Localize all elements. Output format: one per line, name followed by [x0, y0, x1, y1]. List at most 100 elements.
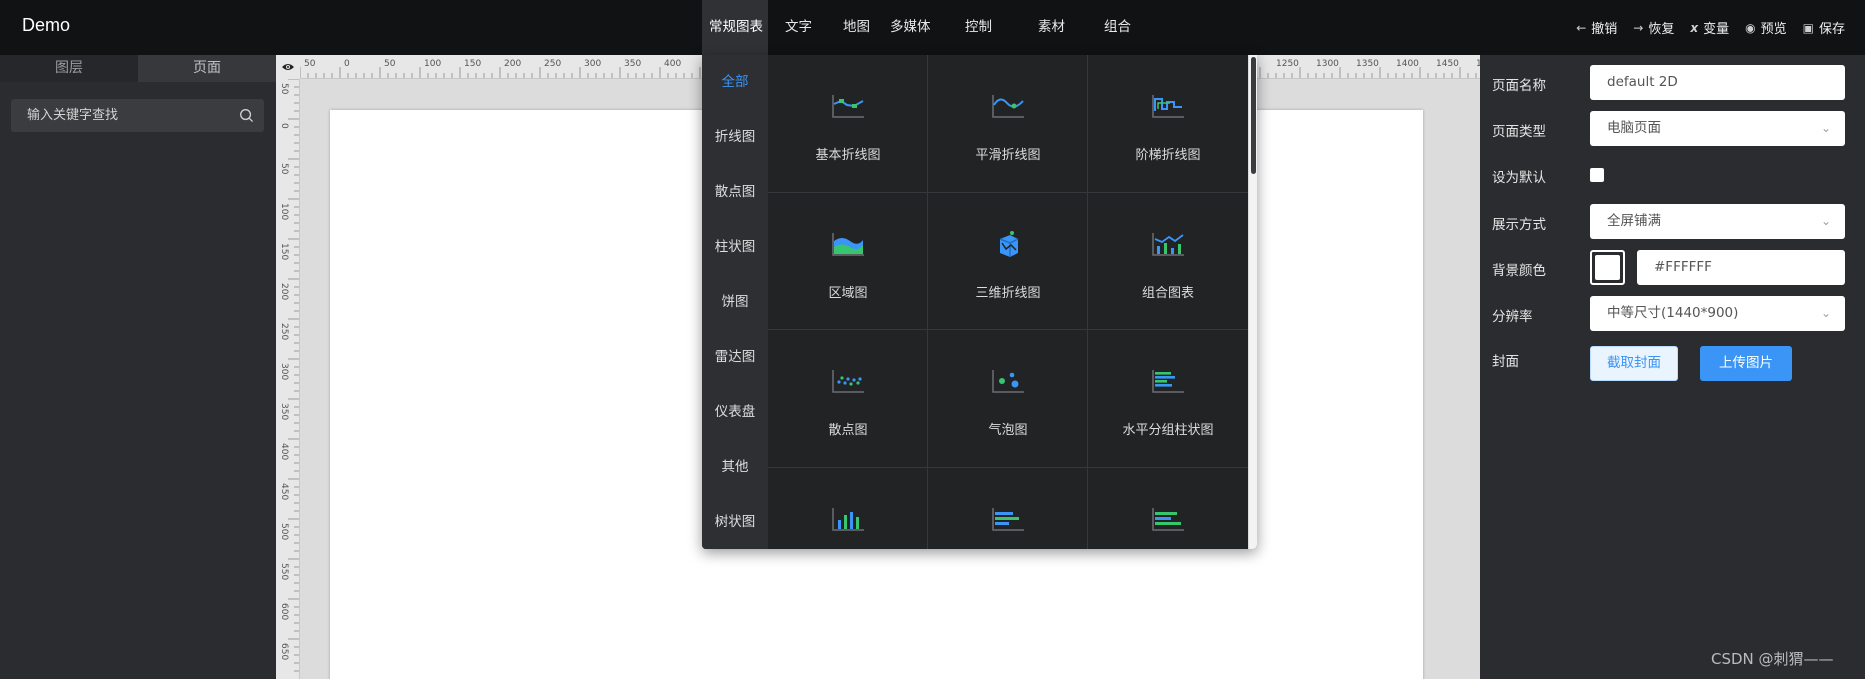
tab-pages[interactable]: 页面 [138, 55, 276, 82]
ruler-tick-label: 1250 [1276, 59, 1299, 69]
category-line[interactable]: 折线图 [702, 110, 768, 165]
resolution-select[interactable]: 中等尺寸(1440*900) ⌄ [1590, 296, 1845, 331]
dropdown-scrollbar[interactable] [1248, 55, 1257, 549]
chart-item-smooth-line[interactable]: 平滑折线图 [928, 55, 1088, 193]
nav-item-text[interactable]: 文字 [768, 0, 821, 55]
ruler-tick-label: 200 [279, 283, 289, 300]
category-all[interactable]: 全部 [702, 55, 768, 110]
smooth-line-chart-icon [992, 95, 1024, 118]
save-icon: ▣ [1802, 20, 1814, 35]
search-icon[interactable] [239, 108, 254, 123]
ruler-tick-label: 1350 [1356, 59, 1379, 69]
nav-item-multimedia[interactable]: 多媒体 [881, 0, 954, 55]
page-name-input[interactable]: default 2D [1590, 65, 1845, 100]
chart-item-label: 组合图表 [1141, 285, 1194, 301]
tab-layers[interactable]: 图层 [0, 55, 138, 82]
panel-tabs: 图层 页面 [0, 55, 276, 82]
set-default-checkbox[interactable] [1590, 168, 1604, 182]
scrollbar-thumb[interactable] [1251, 57, 1256, 174]
set-default-label: 设为默认 [1492, 170, 1546, 186]
properties-panel: 页面名称 default 2D 页面类型 电脑页面 ⌄ 设为默认 展示方式 全屏… [1480, 55, 1865, 679]
chart-item-label: 平滑折线图 [975, 148, 1041, 163]
chart-item-horizontal-bar[interactable] [928, 467, 1088, 549]
vertical-ruler: 5005010015020025030035040045050055060065… [276, 55, 300, 679]
ruler-tick-label: 350 [624, 59, 641, 69]
vertical-bar-chart-icon [832, 507, 864, 531]
eye-icon: ◉ [1745, 20, 1756, 35]
chart-item-step-line[interactable]: 阶梯折线图 [1088, 55, 1248, 193]
bg-color-swatch[interactable] [1590, 250, 1625, 285]
nav-item-control[interactable]: 控制 [954, 0, 1018, 55]
chart-item-area[interactable]: 区域图 [768, 192, 928, 330]
ruler-tick-label: 0 [344, 59, 350, 69]
basic-line-chart-icon [832, 95, 864, 118]
display-mode-label: 展示方式 [1492, 217, 1546, 233]
nav-item-map[interactable]: 地图 [821, 0, 881, 55]
redo-button[interactable]: → 恢复 [1633, 18, 1675, 38]
chevron-down-icon: ⌄ [1820, 306, 1831, 320]
chevron-down-icon: ⌄ [1820, 214, 1831, 228]
preview-button[interactable]: ◉ 预览 [1745, 18, 1787, 38]
chart-item-combo[interactable]: 组合图表 [1088, 193, 1248, 330]
search-input[interactable] [11, 99, 231, 132]
chart-item-label: 水平分组柱状图 [1122, 423, 1214, 438]
chart-item-bubble[interactable]: 气泡图 [928, 330, 1088, 468]
nav-item-common-charts[interactable]: 常规图表 [702, 0, 768, 55]
preview-label: 预览 [1760, 22, 1787, 37]
step-line-chart-icon [1152, 95, 1184, 118]
ruler-tick-label: 550 [279, 563, 289, 580]
upload-image-button[interactable]: 上传图片 [1700, 346, 1792, 381]
bubble-chart-icon [992, 370, 1024, 393]
page-type-select[interactable]: 电脑页面 ⌄ [1590, 111, 1845, 146]
ruler-tick-label: 100 [279, 203, 289, 220]
undo-button[interactable]: ← 撤销 [1576, 18, 1617, 38]
horizontal-bar-chart-icon [992, 507, 1024, 531]
ruler-tick-label: 50 [384, 59, 396, 69]
chart-item-scatter[interactable]: 散点图 [768, 330, 928, 468]
resolution-label: 分辨率 [1492, 309, 1533, 325]
bg-color-input[interactable]: #FFFFFF [1637, 250, 1845, 285]
redo-label: 恢复 [1648, 22, 1675, 37]
ruler-tick-label: 200 [504, 59, 521, 69]
category-bar[interactable]: 柱状图 [702, 220, 768, 275]
combo-chart-icon [1152, 232, 1184, 256]
page-type-value: 电脑页面 [1607, 120, 1661, 136]
resolution-value: 中等尺寸(1440*900) [1607, 305, 1739, 321]
category-list: 全部 折线图 散点图 柱状图 饼图 雷达图 仪表盘 其他 树状图 [702, 55, 768, 549]
category-scatter[interactable]: 散点图 [702, 165, 768, 220]
horizontal-grouped-bar-icon [1152, 370, 1184, 393]
category-radar[interactable]: 雷达图 [702, 330, 768, 385]
chart-item-horizontal-grouped-bar[interactable]: 水平分组柱状图 [1088, 330, 1248, 468]
chart-item-label: 三维折线图 [975, 285, 1041, 301]
chart-item-3d-line[interactable]: 三维折线图 [928, 192, 1088, 330]
chart-item-vertical-bar[interactable] [768, 467, 928, 549]
category-other[interactable]: 其他 [702, 440, 768, 495]
chart-item-label: 区域图 [828, 285, 868, 301]
capture-cover-button[interactable]: 截取封面 [1590, 346, 1678, 381]
save-button[interactable]: ▣ 保存 [1802, 18, 1845, 38]
category-pie[interactable]: 饼图 [702, 275, 768, 330]
ruler-tick-label: 50 [279, 83, 289, 95]
bg-color-label: 背景颜色 [1492, 263, 1546, 279]
ruler-tick-label: 300 [279, 363, 289, 380]
ruler-tick-label: 500 [279, 523, 289, 540]
category-gauge[interactable]: 仪表盘 [702, 385, 768, 440]
display-mode-select[interactable]: 全屏铺满 ⌄ [1590, 204, 1845, 239]
eye-icon[interactable] [281, 62, 295, 72]
nav-item-group[interactable]: 组合 [1085, 0, 1145, 55]
category-tree[interactable]: 树状图 [702, 495, 768, 549]
ruler-tick-label: 250 [544, 59, 561, 69]
display-mode-value: 全屏铺满 [1607, 213, 1661, 229]
ruler-tick-label: 1300 [1316, 59, 1339, 69]
chart-item-horizontal-stacked-bar[interactable] [1088, 468, 1248, 550]
ruler-tick-label: 50 [304, 59, 316, 69]
nav-item-assets[interactable]: 素材 [1018, 0, 1085, 55]
chart-grid: 基本折线图 平滑折线图 阶梯折线图 区域图 三维折线图 组合图表 散点图 气泡图… [768, 55, 1248, 549]
variables-button[interactable]: x 变量 [1690, 18, 1729, 38]
chevron-down-icon: ⌄ [1820, 121, 1831, 135]
ruler-tick-label: 150 [279, 243, 289, 260]
area-chart-icon [832, 232, 864, 256]
page-name-label: 页面名称 [1492, 78, 1546, 94]
chart-item-label: 阶梯折线图 [1135, 148, 1201, 163]
chart-item-basic-line[interactable]: 基本折线图 [768, 55, 928, 193]
